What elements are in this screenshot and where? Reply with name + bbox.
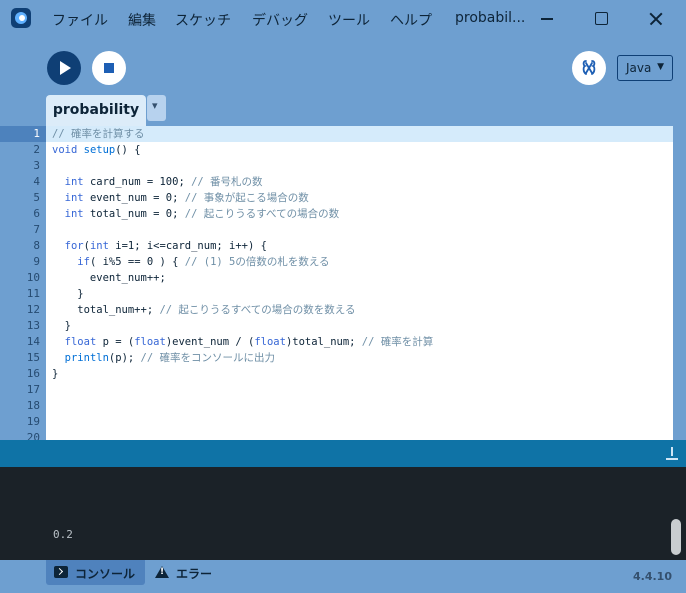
line-number: 11 bbox=[26, 287, 40, 300]
mode-select[interactable]: Java ▼ bbox=[617, 55, 673, 81]
line-number: 4 bbox=[33, 175, 40, 188]
line-number: 1 bbox=[33, 127, 40, 140]
stop-button[interactable] bbox=[92, 51, 126, 85]
line-number: 7 bbox=[33, 223, 40, 236]
errors-tab[interactable]: エラー bbox=[153, 560, 223, 585]
code-line: void setup() { bbox=[52, 144, 141, 156]
code-line: int card_num = 100; // 番号札の数 bbox=[64, 176, 263, 188]
menu-bar: ファイル 編集 スケッチ デバッグ ツール ヘルプ probabil... bbox=[0, 0, 686, 38]
editor-scrollbar[interactable] bbox=[673, 126, 686, 440]
line-number: 6 bbox=[33, 207, 40, 220]
close-button[interactable] bbox=[641, 6, 671, 32]
line-number: 19 bbox=[26, 415, 40, 428]
menu-debug[interactable]: デバッグ bbox=[252, 10, 308, 30]
code-line: int total_num = 0; // 起こりうるすべての場合の数 bbox=[64, 208, 340, 220]
line-number: 5 bbox=[33, 191, 40, 204]
line-number: 3 bbox=[33, 159, 40, 172]
code-line: } bbox=[52, 288, 84, 300]
debug-button[interactable] bbox=[572, 51, 606, 85]
line-number: 14 bbox=[26, 335, 40, 348]
code-line: float p = (float)event_num / (float)tota… bbox=[64, 336, 434, 348]
console-scrollbar[interactable] bbox=[671, 519, 681, 555]
console-divider[interactable] bbox=[0, 440, 686, 467]
mode-label: Java bbox=[626, 61, 652, 75]
menu-sketch[interactable]: スケッチ bbox=[175, 10, 231, 30]
errors-tab-label: エラー bbox=[176, 567, 213, 581]
tab-menu-button[interactable] bbox=[147, 95, 166, 121]
console-output: 0.2 bbox=[53, 528, 73, 541]
code-line: println(p); // 確率をコンソールに出力 bbox=[64, 352, 275, 364]
code-line: int event_num = 0; // 事象が起こる場合の数 bbox=[64, 192, 309, 204]
line-number: 15 bbox=[26, 351, 40, 364]
line-number: 18 bbox=[26, 399, 40, 412]
console-panel[interactable]: 0.2 bbox=[0, 467, 686, 560]
line-number: 2 bbox=[33, 143, 40, 156]
line-number: 9 bbox=[33, 255, 40, 268]
tab-strip: probability bbox=[0, 95, 686, 126]
window-title: probabil... bbox=[455, 10, 526, 26]
code-line: event_num++; bbox=[52, 272, 166, 284]
line-number: 13 bbox=[26, 319, 40, 332]
debug-icon bbox=[582, 60, 596, 75]
menu-tools[interactable]: ツール bbox=[328, 10, 370, 30]
code-line: // 確率を計算する bbox=[52, 128, 145, 140]
processing-logo-icon bbox=[11, 8, 31, 28]
code-line: } bbox=[52, 368, 59, 380]
line-number: 17 bbox=[26, 383, 40, 396]
version-label: 4.4.10 bbox=[633, 570, 672, 583]
line-number: 16 bbox=[26, 367, 40, 380]
line-number: 10 bbox=[26, 271, 40, 284]
chevron-down-icon: ▼ bbox=[657, 62, 664, 72]
console-tab[interactable]: コンソール bbox=[46, 560, 145, 585]
line-number: 12 bbox=[26, 303, 40, 316]
footer-bar: コンソール エラー 4.4.10 bbox=[0, 560, 686, 593]
minimize-button[interactable] bbox=[532, 6, 562, 32]
code-line: total_num++; // 起こりうるすべての場合の数を数える bbox=[52, 304, 356, 316]
code-editor[interactable]: 1 2 3 4 5 6 7 8 9 10 11 12 13 14 15 16 17 18 19 20 // 確率を計算… bbox=[0, 126, 686, 440]
run-button[interactable] bbox=[47, 51, 81, 85]
warning-icon bbox=[155, 566, 169, 578]
tab-label: probability bbox=[52, 102, 140, 118]
code-line: if( i%5 == 0 ) { // (1) 5の倍数の札を数える bbox=[77, 256, 330, 268]
menu-file[interactable]: ファイル bbox=[52, 10, 108, 30]
console-tab-label: コンソール bbox=[75, 567, 136, 581]
menu-edit[interactable]: 編集 bbox=[128, 10, 156, 30]
code-line: for(int i=1; i<=card_num; i++) { bbox=[64, 240, 267, 252]
collapse-console-icon[interactable] bbox=[666, 446, 678, 460]
menu-help[interactable]: ヘルプ bbox=[390, 10, 432, 30]
line-number: 8 bbox=[33, 239, 40, 252]
tab-probability[interactable]: probability bbox=[46, 95, 146, 126]
line-number: 20 bbox=[26, 431, 40, 440]
maximize-button[interactable] bbox=[586, 6, 616, 32]
code-line: } bbox=[52, 320, 71, 332]
terminal-icon bbox=[54, 566, 68, 578]
